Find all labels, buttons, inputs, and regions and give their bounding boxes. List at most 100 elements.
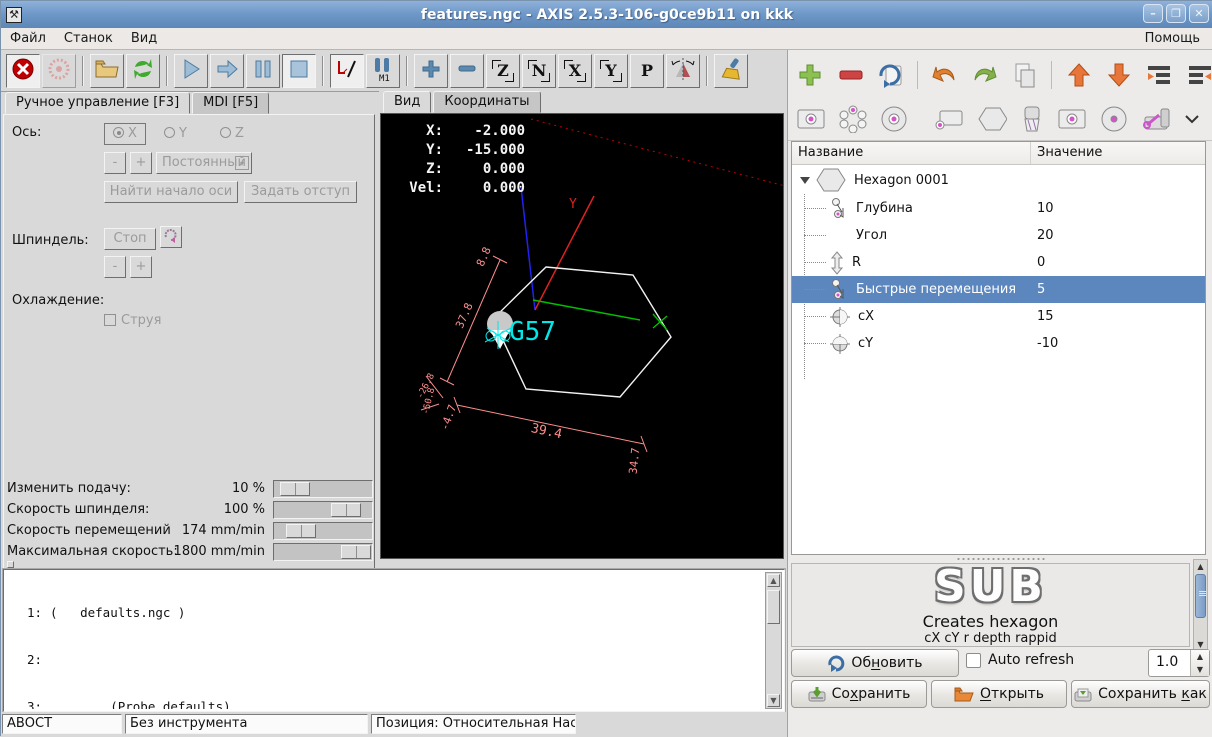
- shape-pocket-rect-button[interactable]: [796, 104, 826, 134]
- rotate-view-button[interactable]: [666, 54, 700, 88]
- view-side-y-button[interactable]: Y: [594, 54, 628, 88]
- panel-splitter[interactable]: [788, 555, 1212, 563]
- reload-file-button[interactable]: [126, 54, 160, 88]
- open-file-button[interactable]: [90, 54, 124, 88]
- tree-row[interactable]: R 0: [792, 249, 1205, 276]
- tab-dro[interactable]: Координаты: [433, 91, 540, 113]
- mist-checkbox[interactable]: Струя: [104, 313, 161, 328]
- feed-override-slider[interactable]: [273, 480, 373, 498]
- close-button[interactable]: ✕: [1189, 4, 1209, 23]
- shape-circular-array-button[interactable]: [839, 104, 867, 134]
- pause-button[interactable]: [246, 54, 280, 88]
- axis-radio-x[interactable]: X: [104, 123, 146, 145]
- spindle-plus-button[interactable]: +: [130, 256, 152, 278]
- expand-more-button[interactable]: [1184, 104, 1200, 134]
- minimize-button[interactable]: –: [1143, 4, 1163, 23]
- undo-button[interactable]: [930, 60, 958, 90]
- scroll-up-icon[interactable]: ▲: [767, 574, 780, 587]
- preview-canvas[interactable]: Y G57: [380, 113, 784, 559]
- menu-help[interactable]: Помощь: [1136, 29, 1209, 48]
- jog-speed-slider[interactable]: [273, 522, 373, 540]
- machine-power-button[interactable]: [42, 54, 76, 88]
- scroll-up-icon[interactable]: ▲: [1194, 560, 1207, 572]
- slider-thumb[interactable]: [341, 545, 371, 559]
- redo-button[interactable]: [971, 60, 999, 90]
- shape-circle2-button[interactable]: [1100, 104, 1128, 134]
- skip-lines-button[interactable]: [330, 54, 364, 88]
- touch-off-button[interactable]: Задать отступ: [244, 181, 357, 203]
- remove-button[interactable]: [836, 60, 864, 90]
- jog-minus-button[interactable]: -: [104, 152, 126, 174]
- slider-thumb[interactable]: [280, 482, 310, 496]
- spin-down-icon[interactable]: ▼: [1191, 663, 1209, 676]
- clear-plot-button[interactable]: [714, 54, 748, 88]
- interval-value[interactable]: 1.0: [1156, 654, 1178, 670]
- shape-mill-button[interactable]: [1020, 104, 1044, 134]
- expander-icon[interactable]: [800, 177, 810, 184]
- shape-rectangle-button[interactable]: [934, 104, 964, 134]
- view-rotated-top-button[interactable]: N: [522, 54, 556, 88]
- move-up-button[interactable]: [1064, 60, 1092, 90]
- menu-machine[interactable]: Станок: [55, 29, 122, 48]
- jog-mode-dropdown[interactable]: Постоянный ▾: [156, 152, 252, 174]
- column-name[interactable]: Название: [792, 142, 1031, 164]
- indent-button[interactable]: [1145, 60, 1173, 90]
- auto-refresh-checkbox[interactable]: [966, 653, 981, 668]
- spindle-stop-button[interactable]: Стоп: [104, 228, 156, 250]
- menu-view[interactable]: Вид: [122, 29, 166, 48]
- slider-thumb[interactable]: [331, 503, 361, 517]
- axis-radio-y[interactable]: Y: [164, 126, 187, 141]
- add-button[interactable]: [796, 60, 824, 90]
- zoom-in-button[interactable]: [414, 54, 448, 88]
- tree-row-selected[interactable]: Быстрые перемещения 5: [792, 276, 1205, 303]
- view-perspective-button[interactable]: P: [630, 54, 664, 88]
- pane-resize-grip[interactable]: [7, 561, 14, 568]
- scroll-down-icon[interactable]: ▼: [767, 694, 780, 707]
- tree-row[interactable]: Глубина 10: [792, 195, 1205, 222]
- scrollbar-thumb[interactable]: [1195, 574, 1206, 618]
- run-button[interactable]: [174, 54, 208, 88]
- tab-manual-control[interactable]: Ручное управление [F3]: [5, 92, 190, 114]
- spindle-brake-button[interactable]: [160, 226, 182, 248]
- save-as-button[interactable]: Сохранить как: [1071, 680, 1210, 708]
- gcode-listing[interactable]: 1:( defaults.ngc ) 2: 3: (Probe defaults…: [3, 569, 785, 712]
- shape-hexagon-button[interactable]: [977, 104, 1007, 134]
- copy-button[interactable]: [1011, 60, 1039, 90]
- tab-mdi[interactable]: MDI [F5]: [192, 92, 269, 114]
- toolbox-button[interactable]: [1141, 104, 1171, 134]
- step-button[interactable]: [210, 54, 244, 88]
- spindle-minus-button[interactable]: -: [104, 256, 126, 278]
- scrollbar-thumb[interactable]: [767, 590, 780, 624]
- save-button[interactable]: Сохранить: [791, 680, 927, 708]
- move-down-button[interactable]: [1105, 60, 1133, 90]
- axis-radio-z[interactable]: Z: [220, 126, 244, 141]
- estop-button[interactable]: [6, 54, 40, 88]
- menu-file[interactable]: Файл: [1, 29, 55, 48]
- maximize-button[interactable]: ❐: [1166, 4, 1186, 23]
- spin-up-icon[interactable]: ▲: [1191, 650, 1209, 663]
- optional-stop-button[interactable]: M1: [366, 54, 400, 88]
- home-axis-button[interactable]: Найти начало оси: [104, 181, 238, 203]
- view-side-x-button[interactable]: X: [558, 54, 592, 88]
- outdent-button[interactable]: [1186, 60, 1212, 90]
- sub-scrollbar[interactable]: ▲ ▼: [1193, 559, 1208, 651]
- view-top-button[interactable]: Z: [486, 54, 520, 88]
- slider-thumb[interactable]: [286, 524, 316, 538]
- tree-row[interactable]: cY -10: [792, 330, 1205, 357]
- tree-row[interactable]: Угол 20: [792, 222, 1205, 249]
- update-button[interactable]: Обновить: [791, 649, 959, 677]
- shape-hole-button[interactable]: [880, 104, 908, 134]
- jog-plus-button[interactable]: +: [130, 152, 152, 174]
- spindle-override-slider[interactable]: [273, 501, 373, 519]
- zoom-out-button[interactable]: [450, 54, 484, 88]
- tab-preview[interactable]: Вид: [383, 91, 431, 113]
- shape-pocket2-button[interactable]: [1057, 104, 1087, 134]
- gcode-scrollbar[interactable]: ▲ ▼: [765, 572, 782, 709]
- duplicate-button[interactable]: [877, 60, 905, 90]
- column-value[interactable]: Значение: [1031, 142, 1108, 164]
- max-velocity-slider[interactable]: [273, 543, 373, 561]
- tree-row-root[interactable]: Hexagon 0001: [792, 165, 1205, 195]
- open-button[interactable]: Открыть: [931, 680, 1067, 708]
- tree-row[interactable]: cX 15: [792, 303, 1205, 330]
- refresh-interval-spinbox[interactable]: 1.0 ▲ ▼: [1148, 649, 1210, 677]
